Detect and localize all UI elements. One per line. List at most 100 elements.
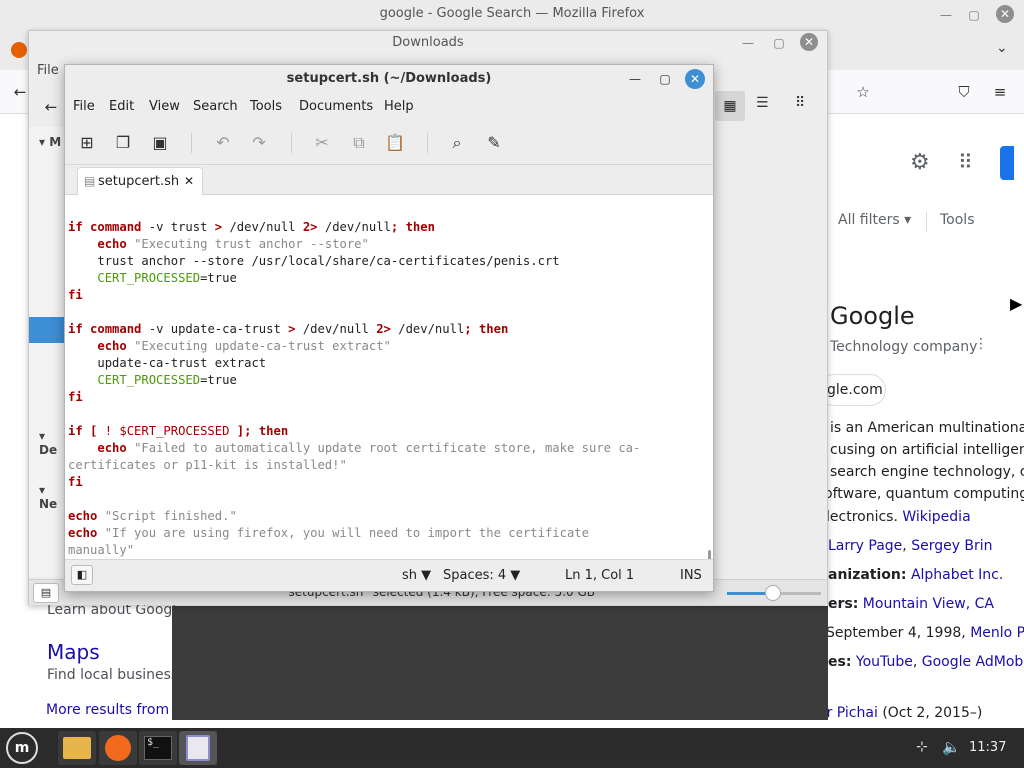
compact-view-icon[interactable]: ⠿ <box>795 95 805 111</box>
save-icon[interactable]: ▣ <box>148 131 172 155</box>
minimize-icon[interactable]: — <box>938 7 954 23</box>
replace-icon[interactable]: ✎ <box>482 131 506 155</box>
redo-icon[interactable]: ↷ <box>247 131 271 155</box>
list-view-icon[interactable]: ☰ <box>756 95 769 111</box>
founded-place-link[interactable]: Menlo Par <box>970 625 1024 641</box>
code-line: fi <box>68 287 83 304</box>
terminal-window-background <box>172 606 828 720</box>
minimize-icon[interactable]: — <box>740 35 756 51</box>
taskbar-terminal[interactable]: $_ <box>139 731 177 765</box>
divider <box>926 212 927 232</box>
sidebar-section-label: Ne <box>39 497 58 511</box>
mint-menu-icon[interactable]: m <box>6 732 38 764</box>
hamburger-menu-icon[interactable]: ≡ <box>988 80 1012 104</box>
undo-icon[interactable]: ↶ <box>211 131 235 155</box>
text-editor-titlebar: setupcert.sh (~/Downloads) <box>65 65 713 93</box>
code-token: echo <box>68 509 98 523</box>
more-results-link[interactable]: More results from go <box>46 702 191 718</box>
kp-website-chip[interactable]: gle.com <box>818 374 886 406</box>
taskbar-firefox[interactable] <box>99 731 137 765</box>
code-token: 2> <box>302 220 318 234</box>
code-token: -v trust <box>141 220 215 234</box>
code-token: [ <box>82 424 105 438</box>
code-line: trust anchor --store /usr/local/share/ca… <box>68 253 559 270</box>
clock[interactable]: 11:37 <box>969 740 1006 755</box>
tools-button[interactable]: Tools <box>940 212 975 228</box>
places-toggle-icon[interactable]: ▤ <box>33 583 59 603</box>
menu-tools[interactable]: Tools <box>250 99 282 114</box>
code-token: /dev/null <box>222 220 303 234</box>
side-panel-toggle-icon[interactable]: ◧ <box>71 565 93 585</box>
bookmark-star-icon[interactable]: ☆ <box>851 80 875 104</box>
maps-result-desc: Find local businesse <box>47 667 187 683</box>
wikipedia-link[interactable]: Wikipedia <box>902 509 970 525</box>
code-token: > <box>288 322 296 336</box>
volume-icon[interactable]: 🔈 <box>942 738 961 756</box>
nemo-back-icon[interactable]: ← <box>39 95 63 119</box>
code-token: fi <box>68 475 83 489</box>
apps-grid-icon[interactable]: ⠿ <box>958 150 973 174</box>
hq-link[interactable]: Mountain View, CA <box>863 596 994 612</box>
menu-file[interactable]: File <box>73 99 95 114</box>
chevron-right-icon[interactable]: ▶ <box>1010 294 1022 313</box>
menu-help[interactable]: Help <box>384 99 414 114</box>
sign-in-button[interactable] <box>1000 146 1014 180</box>
document-tab[interactable]: ▤ setupcert.sh ✕ <box>77 167 203 196</box>
founder-link-1[interactable]: Larry Page <box>828 538 902 554</box>
code-line: echo "Failed to automatically update roo… <box>68 440 640 457</box>
copy-icon[interactable]: ⧉ <box>347 131 371 155</box>
zoom-slider-handle[interactable] <box>765 585 781 601</box>
language-selector[interactable]: sh ▼ <box>402 568 431 583</box>
taskbar-text-editor[interactable] <box>179 731 217 765</box>
file-manager-close-icon[interactable]: ✕ <box>800 33 818 51</box>
icon-view-toggle[interactable]: ▦ <box>715 91 745 121</box>
sidebar-section-my-computer[interactable]: ▾ M <box>39 135 61 149</box>
code-token: "Script finished." <box>104 509 237 523</box>
all-filters-button[interactable]: All filters ▾ <box>838 212 911 228</box>
vertical-scrollbar[interactable] <box>708 550 711 559</box>
cursor-position[interactable]: Ln 1, Col 1 <box>565 568 634 583</box>
menu-search[interactable]: Search <box>193 99 238 114</box>
tab-close-icon[interactable]: ✕ <box>184 168 194 195</box>
code-token: certificates or p11-kit is installed!" <box>68 458 347 472</box>
text-editor-tabbar: ▤ setupcert.sh ✕ <box>65 165 713 196</box>
search-icon[interactable]: ⌕ <box>445 131 469 155</box>
cut-icon[interactable]: ✂ <box>310 131 334 155</box>
code-editor[interactable]: fi if command -v trust > /dev/null 2> /d… <box>65 195 713 559</box>
maximize-icon[interactable]: ▢ <box>657 71 673 87</box>
maximize-icon[interactable]: ▢ <box>966 7 982 23</box>
settings-gear-icon[interactable]: ⚙ <box>910 150 930 175</box>
chevron-down-icon[interactable]: ⌄ <box>996 40 1008 56</box>
taskbar-files[interactable] <box>58 731 96 765</box>
menu-edit[interactable]: Edit <box>109 99 134 114</box>
menu-documents[interactable]: Documents <box>299 99 373 114</box>
code-token: update-ca-trust extract <box>97 356 267 370</box>
file-manager-menu-file[interactable]: File <box>37 63 59 78</box>
paste-icon[interactable]: 📋 <box>383 131 407 155</box>
more-vert-icon[interactable]: ⋮ <box>974 336 988 352</box>
code-token: if <box>68 424 83 438</box>
tab-width-selector[interactable]: Spaces: 4 ▼ <box>443 568 520 583</box>
document-icon: ▤ <box>84 174 96 188</box>
org-link[interactable]: Alphabet Inc. <box>911 567 1003 583</box>
network-icon[interactable]: ⊹ <box>916 739 928 755</box>
code-line: if command -v trust > /dev/null 2> /dev/… <box>68 219 435 236</box>
new-document-icon[interactable]: ⊞ <box>75 131 99 155</box>
open-icon[interactable]: ❐ <box>111 131 135 155</box>
menu-view[interactable]: View <box>149 99 180 114</box>
pocket-icon[interactable]: ⛉ <box>952 80 976 104</box>
founder-link-2[interactable]: Sergey Brin <box>911 538 992 554</box>
subs-link-2[interactable]: Google AdMob <box>922 654 1024 670</box>
minimize-icon[interactable]: — <box>627 71 643 87</box>
sidebar-section-network[interactable]: ▾ Ne <box>39 483 67 511</box>
firefox-close-icon[interactable]: ✕ <box>996 5 1014 23</box>
language-label: sh <box>402 568 418 583</box>
code-token: =true <box>200 271 237 285</box>
subs-link-1[interactable]: YouTube <box>856 654 913 670</box>
sidebar-section-devices[interactable]: ▾ De <box>39 429 67 457</box>
sidebar-item-downloads[interactable] <box>29 317 67 343</box>
maximize-icon[interactable]: ▢ <box>771 35 787 51</box>
text-editor-title: setupcert.sh (~/Downloads) <box>286 71 492 86</box>
maps-result-title[interactable]: Maps <box>47 640 100 664</box>
text-editor-close-icon[interactable]: ✕ <box>685 69 705 89</box>
